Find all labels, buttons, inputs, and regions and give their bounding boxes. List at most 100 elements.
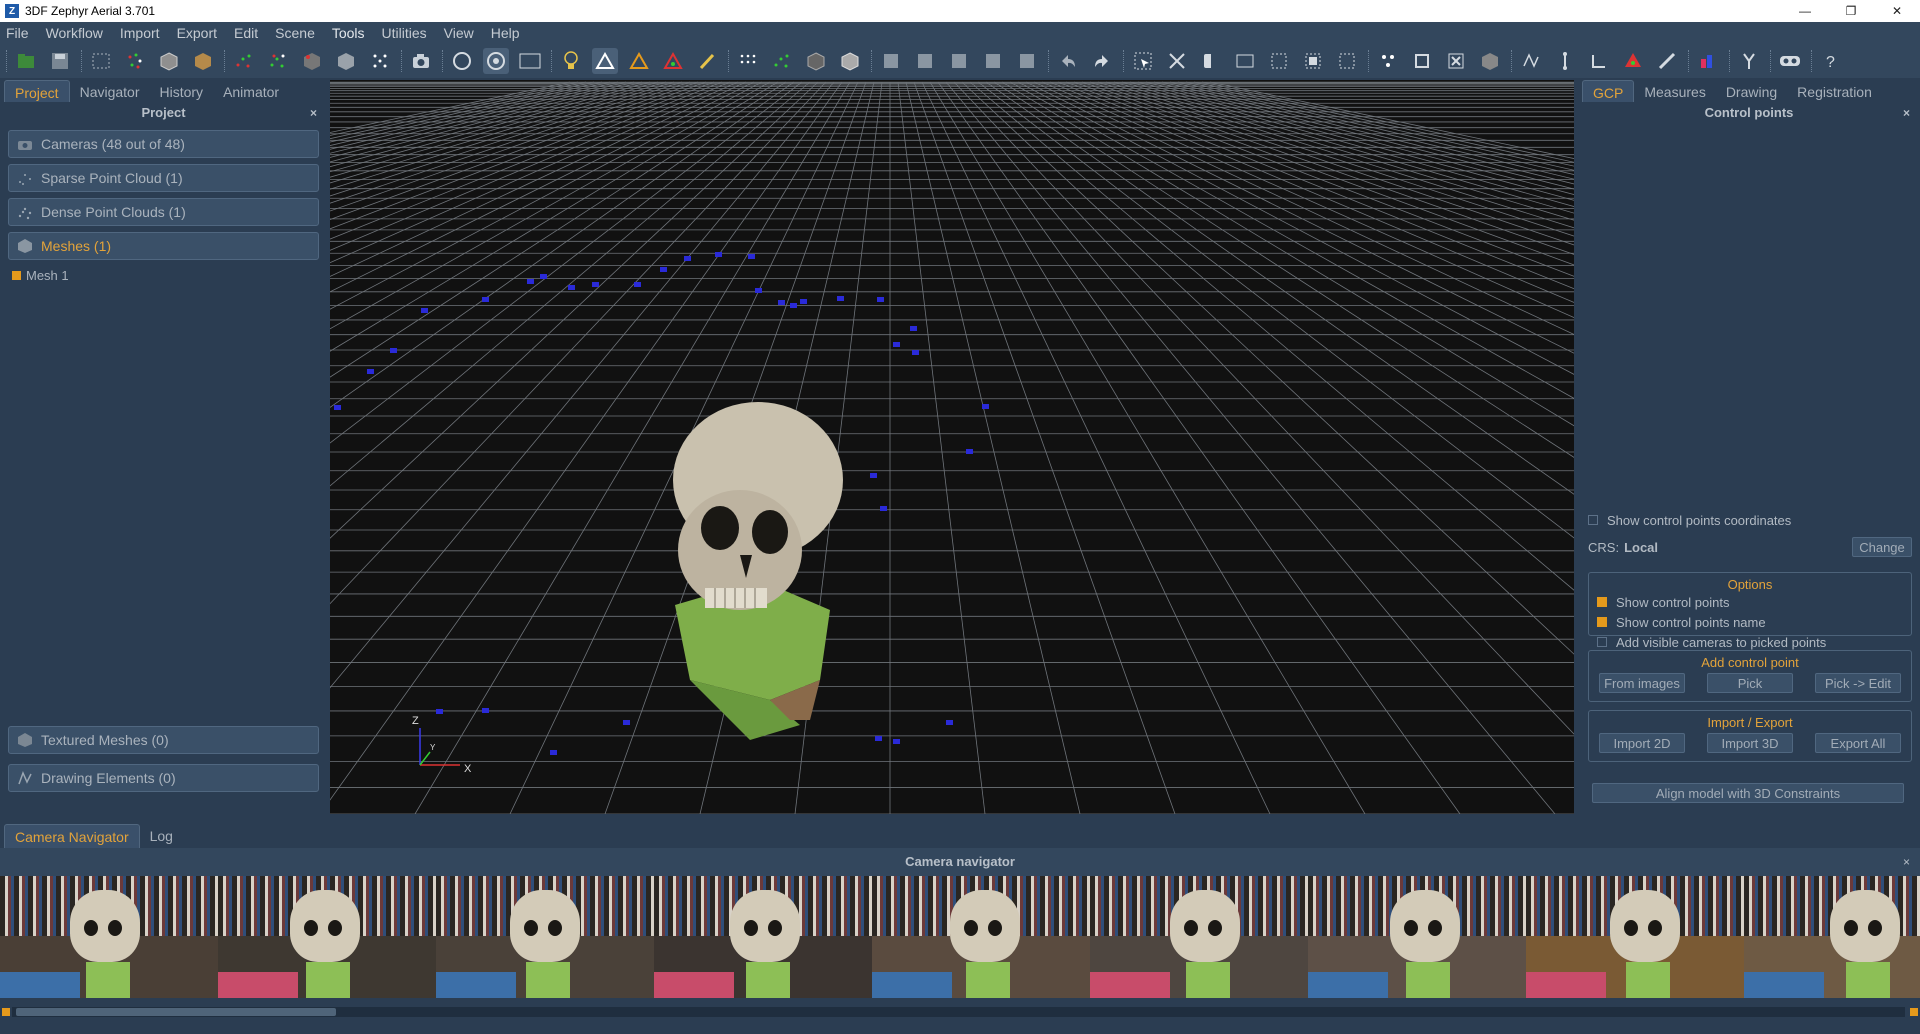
pick-button[interactable]: Pick (1707, 673, 1793, 693)
mesh-visibility-checkbox[interactable] (12, 271, 21, 280)
camera-thumbnail[interactable] (1744, 876, 1920, 998)
tab-navigator[interactable]: Navigator (70, 80, 150, 102)
menu-file[interactable]: File (6, 25, 29, 41)
menu-export[interactable]: Export (177, 25, 217, 41)
view-back-icon[interactable] (912, 48, 938, 74)
rgb-icon[interactable] (1232, 48, 1258, 74)
delete-selection-icon[interactable] (1443, 48, 1469, 74)
thumbnail-scrollbar[interactable] (0, 1004, 1920, 1020)
menu-import[interactable]: Import (120, 25, 160, 41)
orbit-icon[interactable] (449, 48, 475, 74)
new-project-icon[interactable] (13, 48, 39, 74)
group-sparse-point-cloud[interactable]: Sparse Point Cloud (1) (8, 164, 319, 192)
menu-tools[interactable]: Tools (332, 25, 365, 41)
tab-history[interactable]: History (150, 80, 214, 102)
menu-edit[interactable]: Edit (234, 25, 258, 41)
show-coords-row[interactable]: Show control points coordinates (1588, 510, 1791, 530)
vr-mask-icon[interactable] (1777, 48, 1803, 74)
cube-select-icon[interactable] (1477, 48, 1503, 74)
help-icon[interactable]: ? (1818, 48, 1844, 74)
camera-thumbnail[interactable] (1308, 876, 1526, 998)
mesh-gray-icon[interactable] (333, 48, 359, 74)
angle-icon[interactable] (1586, 48, 1612, 74)
skull-mesh[interactable] (673, 402, 843, 740)
tool-y-icon[interactable] (1736, 48, 1762, 74)
group-meshes[interactable]: Meshes (1) (8, 232, 319, 260)
view-right-icon[interactable] (980, 48, 1006, 74)
camera-icon[interactable] (408, 48, 434, 74)
redo-icon[interactable] (1089, 48, 1115, 74)
tab-animator[interactable]: Animator (213, 80, 289, 102)
menu-help[interactable]: Help (491, 25, 520, 41)
tab-gcp[interactable]: GCP (1582, 80, 1635, 102)
deselect-icon[interactable] (1164, 48, 1190, 74)
orbit-active-icon[interactable] (483, 48, 509, 74)
tab-measures[interactable]: Measures (1634, 80, 1715, 102)
cube-light-icon[interactable] (837, 48, 863, 74)
camera-thumbnail[interactable] (1090, 876, 1308, 998)
3d-viewport[interactable]: Z X Y (330, 80, 1574, 814)
show-names-checkbox[interactable] (1597, 617, 1607, 627)
dots-green-icon[interactable] (769, 48, 795, 74)
point-filter-icon[interactable] (367, 48, 393, 74)
pick-edit-button[interactable]: Pick -> Edit (1815, 673, 1901, 693)
show-names-row[interactable]: Show control points name (1597, 612, 1911, 632)
camera-thumbnail[interactable] (0, 876, 218, 998)
brush-icon[interactable] (694, 48, 720, 74)
dense-points-icon[interactable] (265, 48, 291, 74)
sparse-points-icon[interactable] (231, 48, 257, 74)
close-icon[interactable]: × (1903, 102, 1910, 124)
close-button[interactable]: ✕ (1874, 0, 1920, 22)
crop-icon[interactable] (1409, 48, 1435, 74)
show-points-checkbox[interactable] (1597, 597, 1607, 607)
select-points-icon[interactable] (1375, 48, 1401, 74)
tab-project[interactable]: Project (4, 80, 70, 102)
triangle-white-icon[interactable] (592, 48, 618, 74)
ruler-icon[interactable] (1654, 48, 1680, 74)
dots-select-icon[interactable] (735, 48, 761, 74)
group-drawing-elements[interactable]: Drawing Elements (0) (8, 764, 319, 792)
mesh-list-item[interactable]: Mesh 1 (12, 268, 327, 283)
menu-view[interactable]: View (444, 25, 474, 41)
select-tool-icon[interactable] (1130, 48, 1156, 74)
align-model-button[interactable]: Align model with 3D Constraints (1592, 783, 1904, 803)
scrollbar-thumb[interactable] (16, 1008, 336, 1016)
gcp-red-icon[interactable] (1620, 48, 1646, 74)
select-visible-icon[interactable] (1334, 48, 1360, 74)
mesh-red-icon[interactable] (299, 48, 325, 74)
camera-thumbnail[interactable] (1526, 876, 1744, 998)
color-bars-icon[interactable] (1695, 48, 1721, 74)
change-crs-button[interactable]: Change (1852, 537, 1912, 557)
invert-icon[interactable] (1198, 48, 1224, 74)
camera-thumbnail[interactable] (218, 876, 436, 998)
import-3d-button[interactable]: Import 3D (1707, 733, 1793, 753)
add-cameras-checkbox[interactable] (1597, 637, 1607, 647)
menu-workflow[interactable]: Workflow (46, 25, 103, 41)
group-dense-point-clouds[interactable]: Dense Point Clouds (1) (8, 198, 319, 226)
menu-scene[interactable]: Scene (275, 25, 315, 41)
select-all-icon[interactable] (1300, 48, 1326, 74)
mesh-view-icon[interactable] (156, 48, 182, 74)
restore-button[interactable]: ❐ (1828, 0, 1874, 22)
scroll-left-arrow[interactable] (2, 1008, 10, 1016)
close-icon[interactable]: × (1903, 848, 1910, 876)
menu-utilities[interactable]: Utilities (382, 25, 427, 41)
select-rect-icon[interactable] (88, 48, 114, 74)
camera-thumbnail[interactable] (872, 876, 1090, 998)
point-cloud-icon[interactable] (122, 48, 148, 74)
view-top-icon[interactable] (1014, 48, 1040, 74)
select-lasso-icon[interactable] (1266, 48, 1292, 74)
add-cameras-row[interactable]: Add visible cameras to picked points (1597, 632, 1911, 652)
tab-camera-navigator[interactable]: Camera Navigator (4, 824, 140, 848)
view-front-icon[interactable] (878, 48, 904, 74)
import-2d-button[interactable]: Import 2D (1599, 733, 1685, 753)
triangle-color-icon[interactable] (660, 48, 686, 74)
show-points-row[interactable]: Show control points (1597, 592, 1911, 612)
group-cameras[interactable]: Cameras (48 out of 48) (8, 130, 319, 158)
triangle-orange-icon[interactable] (626, 48, 652, 74)
polyline-icon[interactable] (1518, 48, 1544, 74)
camera-thumbnail[interactable] (654, 876, 872, 998)
close-icon[interactable]: × (310, 102, 317, 124)
undo-icon[interactable] (1055, 48, 1081, 74)
group-textured-meshes[interactable]: Textured Meshes (0) (8, 726, 319, 754)
